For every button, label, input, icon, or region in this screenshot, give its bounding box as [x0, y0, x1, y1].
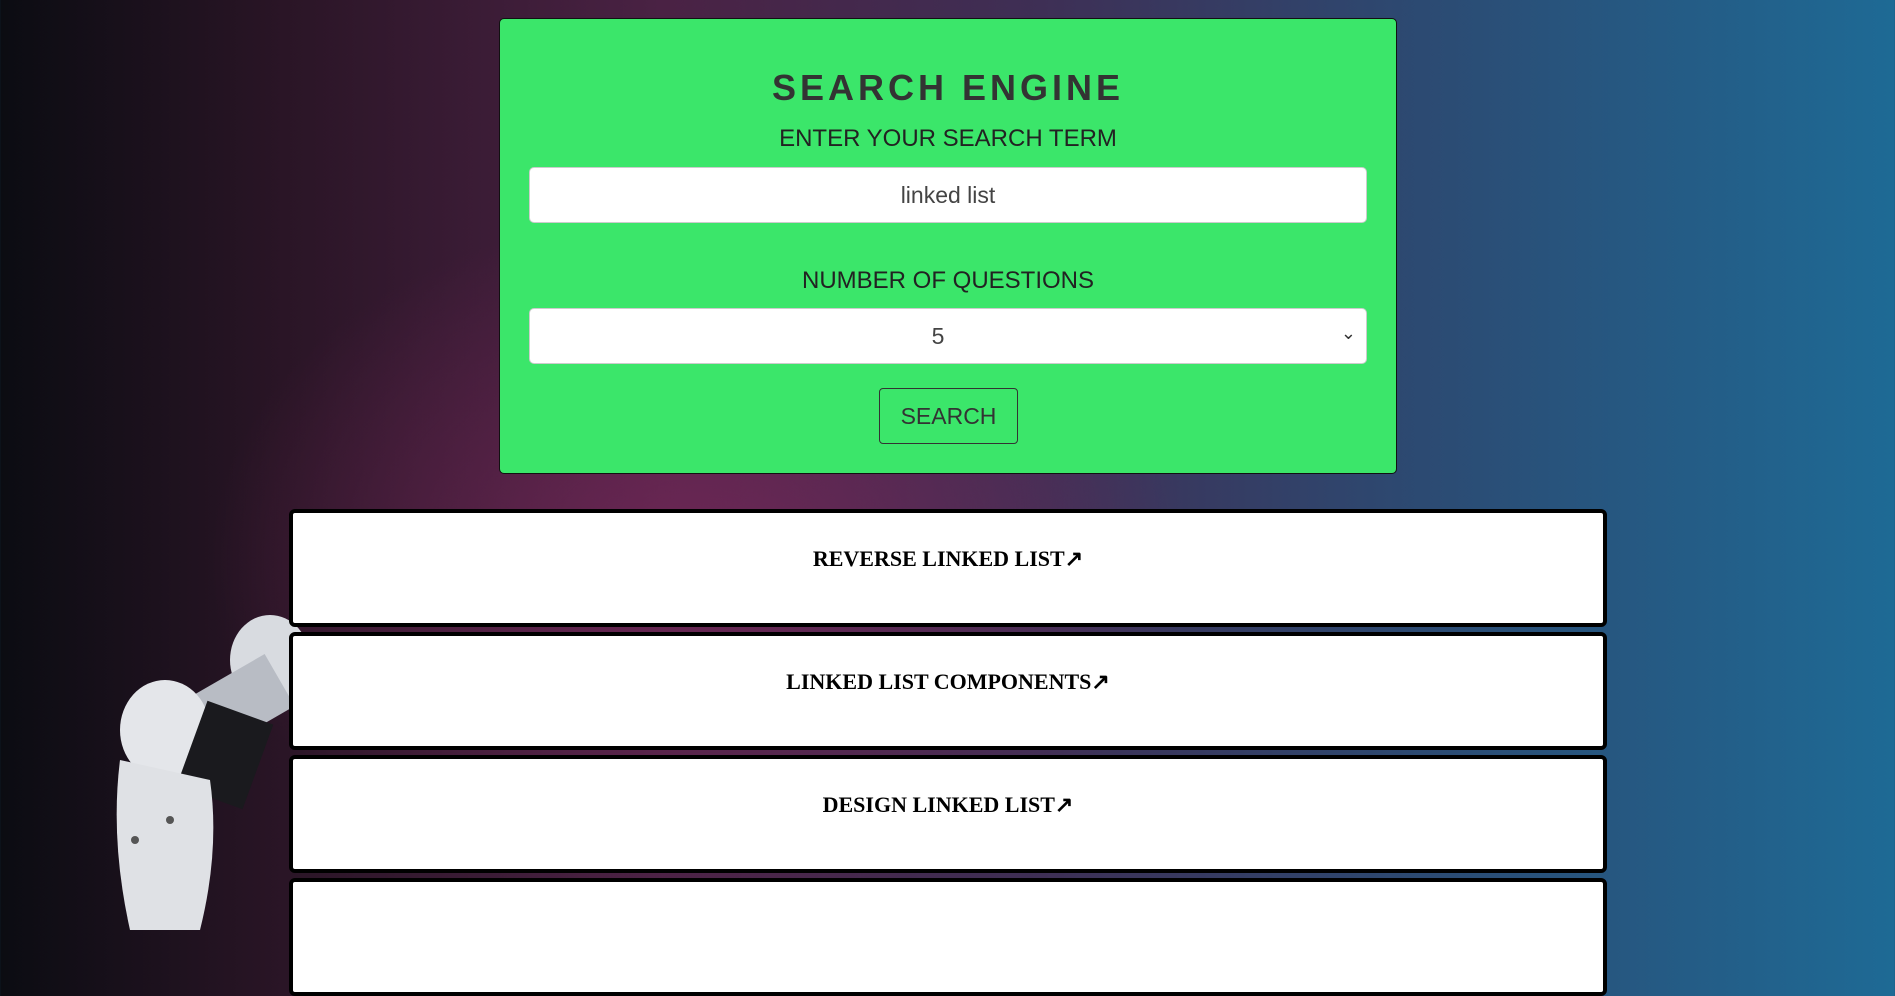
question-count-value: 5	[931, 322, 945, 349]
result-card[interactable]: LINKED LIST COMPONENTS↗	[289, 632, 1607, 750]
result-card[interactable]: DESIGN LINKED LIST↗	[289, 755, 1607, 873]
search-button[interactable]: SEARCH	[879, 388, 1018, 444]
result-link[interactable]: LINKED LIST COMPONENTS↗	[786, 669, 1110, 695]
result-link[interactable]: DESIGN LINKED LIST↗	[823, 792, 1074, 818]
search-panel: SEARCH ENGINE ENTER YOUR SEARCH TERM lin…	[499, 18, 1397, 474]
result-card[interactable]	[289, 878, 1607, 996]
search-input[interactable]: linked list	[529, 167, 1367, 223]
question-count-label: NUMBER OF QUESTIONS	[801, 267, 1095, 294]
robot-arm-background-image	[116, 615, 310, 930]
search-input-value: linked list	[900, 181, 996, 208]
result-card[interactable]: REVERSE LINKED LIST↗	[289, 509, 1607, 627]
question-count-select[interactable]: 5 ⌄	[529, 308, 1367, 364]
search-term-label: ENTER YOUR SEARCH TERM	[779, 125, 1117, 152]
app-title: SEARCH ENGINE	[771, 67, 1125, 108]
chevron-down-icon: ⌄	[1340, 323, 1356, 343]
result-link[interactable]: REVERSE LINKED LIST↗	[813, 546, 1083, 572]
